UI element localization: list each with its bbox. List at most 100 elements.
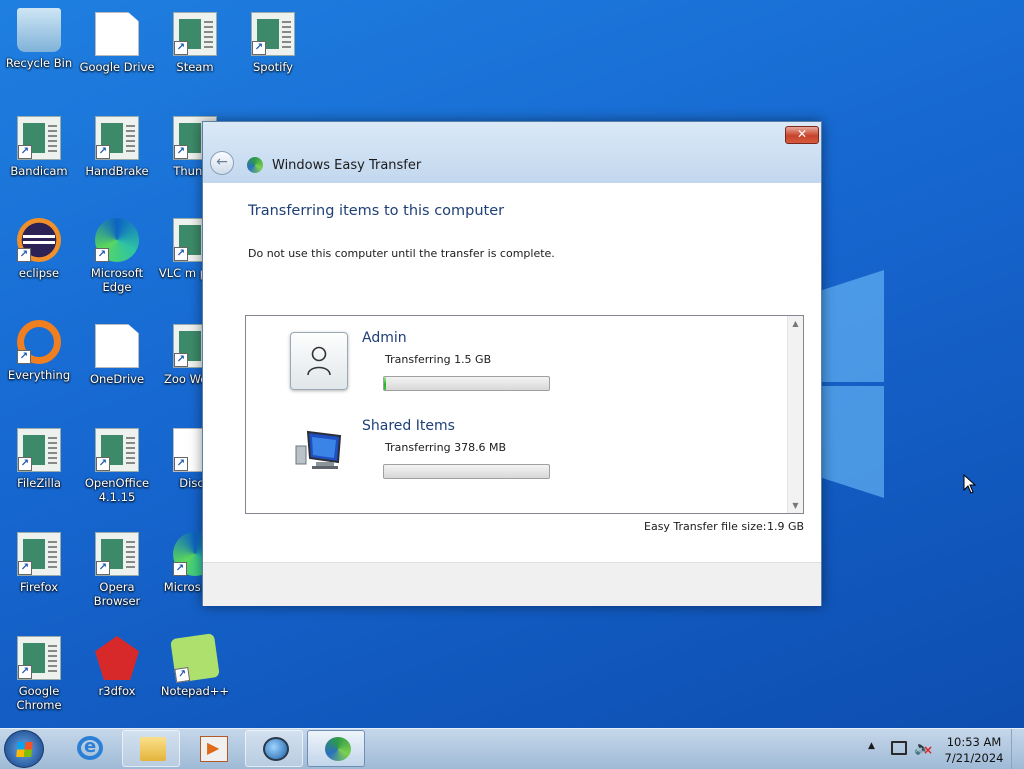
desktop-icon-eclipse[interactable]: ↗ eclipse: [0, 218, 78, 280]
item-name-shared-items: Shared Items: [362, 418, 455, 434]
network-icon[interactable]: [891, 741, 907, 755]
desktop-icon-handbrake[interactable]: ↗ HandBrake: [78, 116, 156, 178]
desktop-icon-spotify[interactable]: ↗ Spotify: [234, 12, 312, 74]
file-size-value: 1.9 GB: [767, 520, 805, 533]
window-content: Transferring items to this computer Do n…: [203, 183, 821, 562]
window-title: Windows Easy Transfer: [272, 158, 422, 173]
shortcut-arrow-icon: ↗: [95, 248, 109, 262]
shortcut-arrow-icon: ↗: [18, 665, 32, 679]
desktop-icon-label: HandBrake: [85, 164, 149, 178]
app-icon: ↗: [95, 428, 139, 472]
shortcut-arrow-icon: ↗: [18, 561, 32, 575]
recycle-bin-icon: [17, 8, 61, 52]
shortcut-arrow-icon: ↗: [174, 145, 188, 159]
clock-time[interactable]: 10:53 AM: [944, 735, 1004, 749]
shortcut-arrow-icon: ↗: [17, 350, 31, 364]
globe-icon: [263, 737, 289, 761]
folder-icon: [140, 737, 166, 761]
item-name-admin: Admin: [362, 330, 407, 346]
shortcut-arrow-icon: ↗: [18, 457, 32, 471]
easy-transfer-icon: [247, 157, 263, 173]
desktop-icon-recycle-bin[interactable]: Recycle Bin: [0, 8, 78, 70]
edge-icon: ↗: [95, 218, 139, 262]
shortcut-arrow-icon: ↗: [174, 667, 191, 683]
r3dfox-icon: [95, 636, 139, 680]
desktop-icon-filezilla[interactable]: ↗ FileZilla: [0, 428, 78, 490]
desktop-icon-microsoft-edge[interactable]: ↗ Microsoft Edge: [78, 218, 156, 294]
taskbar-file-explorer[interactable]: [122, 730, 180, 767]
clock-date[interactable]: 7/21/2024: [944, 751, 1004, 765]
shortcut-arrow-icon: ↗: [174, 457, 188, 471]
desktop-icon-label: Recycle Bin: [5, 56, 73, 70]
wallpaper-windows-logo: [822, 270, 886, 500]
desktop-icon-r3dfox[interactable]: r3dfox: [78, 636, 156, 698]
desktop-icon-label: Firefox: [19, 580, 59, 594]
file-size-label: Easy Transfer file size:: [644, 520, 767, 533]
desktop-icon-label: Google Drive: [79, 60, 155, 74]
desktop-icon-opera-browser[interactable]: ↗ Opera Browser: [78, 532, 156, 608]
taskbar-internet-explorer[interactable]: [60, 730, 118, 767]
desktop-icon-label: Steam: [176, 60, 214, 74]
desktop-icon-openoffice[interactable]: ↗ OpenOffice 4.1.15: [78, 428, 156, 504]
easy-transfer-taskbar-icon: [325, 737, 351, 761]
scroll-up-icon[interactable]: ▲: [788, 316, 803, 331]
shortcut-arrow-icon: ↗: [173, 562, 187, 576]
desktop-icon-label: Bandicam: [10, 164, 68, 178]
app-icon: ↗: [17, 428, 61, 472]
back-button[interactable]: ←: [210, 151, 234, 175]
start-button[interactable]: [4, 730, 44, 768]
shortcut-arrow-icon: ↗: [252, 41, 266, 55]
desktop-icon-notepad-plus-plus[interactable]: ↗ Notepad++: [156, 633, 234, 698]
desktop-icon-steam[interactable]: ↗ Steam: [156, 12, 234, 74]
scroll-down-icon[interactable]: ▼: [788, 498, 803, 513]
shortcut-arrow-icon: ↗: [96, 145, 110, 159]
show-hidden-icons-icon[interactable]: ▲: [868, 741, 875, 751]
item-status-shared-items: Transferring 378.6 MB: [385, 441, 507, 454]
user-account-tile: [290, 332, 348, 390]
show-desktop-button[interactable]: [1011, 729, 1024, 769]
desktop-icon-firefox[interactable]: ↗ Firefox: [0, 532, 78, 594]
desktop-icon-label: r3dfox: [98, 684, 136, 698]
desktop-icon-google-chrome[interactable]: ↗ Google Chrome: [0, 636, 78, 712]
taskbar-network-app[interactable]: [245, 730, 303, 767]
desktop-icon-label: OpenOffice 4.1.15: [84, 476, 150, 504]
desktop-icon-label: Notepad++: [160, 684, 230, 698]
wallpaper-pane-top: [822, 270, 884, 382]
close-button[interactable]: ✕: [785, 126, 819, 144]
list-scrollbar[interactable]: ▲ ▼: [787, 316, 803, 513]
shortcut-arrow-icon: ↗: [96, 561, 110, 575]
taskbar-media-player[interactable]: [183, 730, 241, 767]
shortcut-arrow-icon: ↗: [96, 457, 110, 471]
page-heading: Transferring items to this computer: [248, 203, 505, 219]
taskbar-easy-transfer[interactable]: [307, 730, 365, 767]
window-titlebar[interactable]: ✕ ← Windows Easy Transfer: [203, 122, 821, 183]
app-icon: ↗: [95, 116, 139, 160]
desktop-icon-label: OneDrive: [89, 372, 145, 386]
window-footer: [203, 562, 821, 606]
shortcut-arrow-icon: ↗: [174, 353, 188, 367]
document-icon: [95, 12, 139, 56]
app-icon: ↗: [173, 12, 217, 56]
item-status-admin: Transferring 1.5 GB: [385, 353, 492, 366]
desktop-icon-label: Google Chrome: [16, 684, 62, 712]
desktop-icon-onedrive[interactable]: OneDrive: [78, 324, 156, 386]
shortcut-arrow-icon: ↗: [18, 145, 32, 159]
notepad-plus-plus-icon: ↗: [170, 633, 220, 683]
desktop-icon-bandicam[interactable]: ↗ Bandicam: [0, 116, 78, 178]
shortcut-arrow-icon: ↗: [17, 248, 31, 262]
desktop-icon-label: Opera Browser: [93, 580, 141, 608]
mouse-cursor-icon: [963, 474, 977, 494]
computer-icon: [295, 430, 342, 469]
volume-muted-icon[interactable]: 🔈: [914, 741, 933, 757]
transfer-items-list[interactable]: Admin Transferring 1.5 GB Shared Items T…: [245, 315, 804, 514]
document-icon: [95, 324, 139, 368]
app-icon: ↗: [17, 636, 61, 680]
everything-icon: ↗: [17, 320, 61, 364]
shortcut-arrow-icon: ↗: [174, 41, 188, 55]
desktop-icon-everything[interactable]: ↗ Everything: [0, 320, 78, 382]
instruction-text: Do not use this computer until the trans…: [248, 247, 555, 260]
desktop-icon-google-drive[interactable]: Google Drive: [78, 12, 156, 74]
wallpaper-pane-bottom: [822, 386, 884, 498]
progress-bar-shared-items: [383, 464, 550, 479]
desktop-icon-label: Microsoft Edge: [90, 266, 144, 294]
